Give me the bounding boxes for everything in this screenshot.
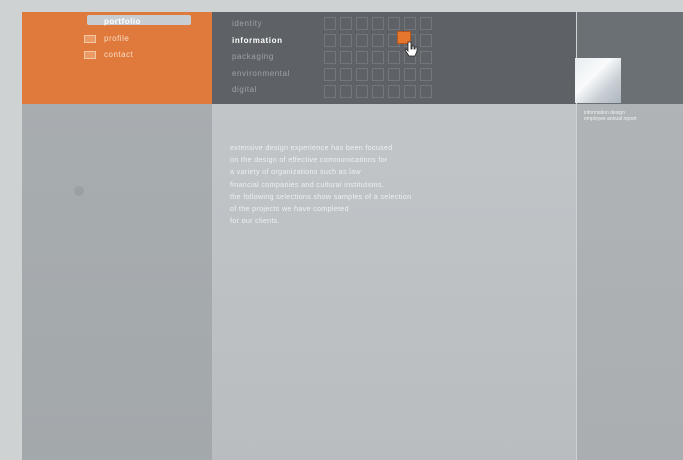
grid-cell[interactable]	[404, 68, 416, 81]
nav-item-contact[interactable]: contact	[84, 50, 133, 59]
menu-item-identity[interactable]: identity	[232, 16, 290, 33]
grid-cell[interactable]	[356, 17, 368, 30]
project-preview-image[interactable]	[575, 58, 621, 103]
grid-cell[interactable]	[324, 34, 336, 47]
grid-cell[interactable]	[404, 85, 416, 98]
grid-cell[interactable]	[340, 68, 352, 81]
background-dot	[74, 186, 84, 196]
grid-cell[interactable]	[340, 51, 352, 64]
grid-cell[interactable]	[356, 85, 368, 98]
grid-cell[interactable]	[372, 85, 384, 98]
preview-caption: information design employee annual repor…	[584, 110, 637, 122]
intro-text: extensive design experience has been foc…	[230, 143, 412, 226]
nav-item-marker	[84, 50, 96, 59]
nav-item-marker	[84, 34, 96, 43]
nav-item-label: profile	[104, 34, 130, 43]
grid-cell[interactable]	[372, 17, 384, 30]
grid-cell[interactable]	[372, 51, 384, 64]
grid-cell[interactable]	[340, 85, 352, 98]
primary-nav-panel: portfolio profile contact	[22, 12, 212, 104]
grid-cell[interactable]	[404, 17, 416, 30]
grid-cell[interactable]	[420, 34, 432, 47]
grid-cell[interactable]	[388, 17, 400, 30]
menu-item-digital[interactable]: digital	[232, 82, 290, 99]
nav-item-profile[interactable]: profile	[84, 34, 129, 43]
grid-cell[interactable]	[324, 85, 336, 98]
grid-cell[interactable]	[356, 34, 368, 47]
grid-cell[interactable]	[340, 34, 352, 47]
nav-item-label: contact	[104, 50, 134, 59]
grid-cell[interactable]	[372, 34, 384, 47]
grid-cell[interactable]	[324, 68, 336, 81]
nav-item-label: portfolio	[104, 17, 141, 26]
grid-cell[interactable]	[372, 68, 384, 81]
hand-cursor-icon	[404, 41, 418, 57]
page-frame: portfolio profile contact identity infor…	[22, 12, 683, 460]
nav-item-portfolio[interactable]: portfolio	[84, 17, 141, 26]
menu-item-environmental[interactable]: environmental	[232, 66, 290, 83]
grid-cell[interactable]	[356, 68, 368, 81]
category-menu: identity information packaging environme…	[232, 16, 290, 99]
grid-cell[interactable]	[388, 51, 400, 64]
grid-cell[interactable]	[324, 17, 336, 30]
grid-cell[interactable]	[388, 68, 400, 81]
grid-cell[interactable]	[420, 85, 432, 98]
grid-cell[interactable]	[324, 51, 336, 64]
menu-item-information[interactable]: information	[232, 33, 290, 50]
grid-cell[interactable]	[420, 68, 432, 81]
grid-cell[interactable]	[420, 17, 432, 30]
menu-item-packaging[interactable]: packaging	[232, 49, 290, 66]
grid-cell[interactable]	[420, 51, 432, 64]
grid-cell[interactable]	[340, 17, 352, 30]
grid-cell[interactable]	[388, 85, 400, 98]
category-nav-panel: identity information packaging environme…	[212, 12, 576, 104]
grid-cell[interactable]	[356, 51, 368, 64]
